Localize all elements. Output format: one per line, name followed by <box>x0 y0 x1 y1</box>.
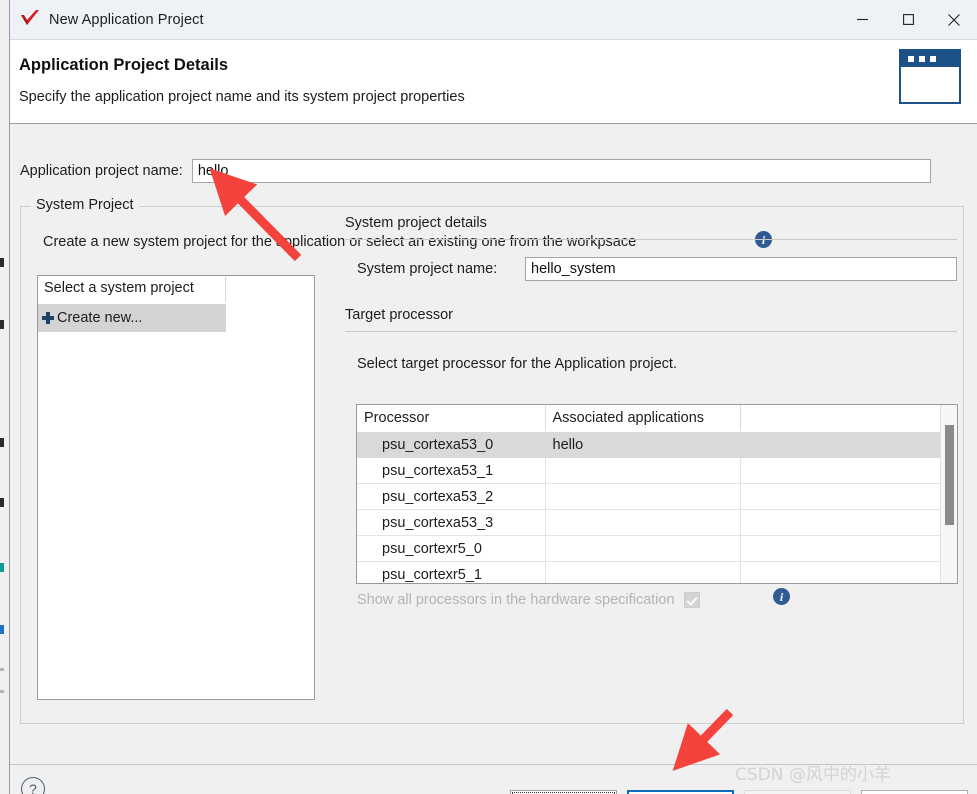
cancel-button[interactable]: Cancel <box>861 790 968 794</box>
finish-button: Finish <box>744 790 851 794</box>
page-title: Application Project Details <box>19 56 229 74</box>
table-row[interactable]: psu_cortexr5_1 <box>357 561 941 583</box>
system-project-list[interactable]: Select a system project Create new... <box>37 275 315 700</box>
system-project-list-header-label: Select a system project <box>44 280 194 296</box>
info-icon[interactable]: i <box>773 588 790 605</box>
table-row[interactable]: psu_cortexa53_3 <box>357 509 941 536</box>
system-project-group: System Project Create a new system proje… <box>20 197 964 724</box>
maximize-icon[interactable] <box>885 0 931 39</box>
vitis-checkmark-icon <box>17 7 43 33</box>
target-processor-title: Target processor <box>345 307 453 323</box>
system-project-details-title: System project details <box>345 215 487 231</box>
processor-table-header-row: Processor Associated applications <box>357 405 941 432</box>
processor-table[interactable]: Processor Associated applications psu_co… <box>356 404 958 584</box>
cell-extra <box>740 561 941 583</box>
close-icon[interactable] <box>931 0 977 39</box>
processor-table-body: psu_cortexa53_0 hello psu_cortexa53_1 ps… <box>357 431 941 583</box>
cell-extra <box>740 431 941 458</box>
cell-processor: psu_cortexa53_3 <box>357 509 546 536</box>
processor-grid: Processor Associated applications psu_co… <box>357 405 941 583</box>
target-separator <box>345 331 957 332</box>
next-button[interactable]: Next > <box>627 790 734 794</box>
system-project-name-label: System project name: <box>357 261 498 277</box>
cell-extra <box>740 457 941 484</box>
cell-extra <box>740 483 941 510</box>
show-all-processors-label: Show all processors in the hardware spec… <box>357 592 675 608</box>
cell-apps <box>545 457 741 484</box>
application-name-label: Application project name: <box>20 163 183 179</box>
window-controls <box>839 0 977 39</box>
window-title: New Application Project <box>49 11 204 28</box>
screenshot-root: New Application Project Application Proj… <box>0 0 977 794</box>
cell-apps <box>545 561 741 583</box>
column-divider <box>225 277 226 302</box>
back-button[interactable]: < Back <box>510 790 617 794</box>
show-all-processors-row: Show all processors in the hardware spec… <box>357 592 700 608</box>
target-processor-description: Select target processor for the Applicat… <box>357 356 677 372</box>
cell-processor: psu_cortexr5_0 <box>357 535 546 562</box>
system-project-group-legend: System Project <box>31 197 139 213</box>
table-row[interactable]: psu_cortexr5_0 <box>357 535 941 562</box>
dialog-body: Application project name: System Project… <box>10 124 977 764</box>
processor-table-scrollbar[interactable] <box>940 405 957 583</box>
button-row: < Back Next > Finish Cancel <box>510 790 968 794</box>
title-bar: New Application Project <box>10 0 977 40</box>
list-item-create-new[interactable]: Create new... <box>38 304 226 332</box>
details-separator <box>345 239 957 240</box>
system-project-description: Create a new system project for the appl… <box>43 234 637 250</box>
table-row[interactable]: psu_cortexa53_0 hello <box>357 431 941 458</box>
wizard-window-icon <box>899 49 961 104</box>
cell-apps <box>545 483 741 510</box>
cell-processor: psu_cortexa53_1 <box>357 457 546 484</box>
scrollbar-thumb[interactable] <box>945 425 954 525</box>
cell-apps: hello <box>545 431 741 458</box>
show-all-processors-checkbox <box>683 592 700 608</box>
cell-extra <box>740 535 941 562</box>
cell-processor: psu_cortexa53_2 <box>357 483 546 510</box>
column-header-associated-applications[interactable]: Associated applications <box>545 405 741 432</box>
page-subtitle: Specify the application project name and… <box>19 89 465 105</box>
table-row[interactable]: psu_cortexa53_2 <box>357 483 941 510</box>
cell-processor: psu_cortexr5_1 <box>357 561 546 583</box>
system-project-name-input[interactable] <box>525 257 957 281</box>
cell-processor: psu_cortexa53_0 <box>357 431 546 458</box>
application-name-row: Application project name: <box>10 159 977 183</box>
plus-icon <box>42 312 54 324</box>
cell-apps <box>545 509 741 536</box>
dialog-header: Application Project Details Specify the … <box>10 40 977 124</box>
cell-apps <box>545 535 741 562</box>
list-item-label: Create new... <box>57 310 143 326</box>
column-header-processor[interactable]: Processor <box>357 405 546 432</box>
help-question-icon[interactable]: ? <box>21 777 45 794</box>
table-row[interactable]: psu_cortexa53_1 <box>357 457 941 484</box>
application-name-input[interactable] <box>191 159 931 183</box>
watermark: CSDN @风中的小羊 <box>735 765 891 785</box>
minimize-icon[interactable] <box>839 0 885 39</box>
system-project-list-header: Select a system project <box>38 276 314 304</box>
new-application-project-dialog: New Application Project Application Proj… <box>9 0 977 794</box>
cell-extra <box>740 509 941 536</box>
column-header-extra[interactable] <box>740 405 941 432</box>
